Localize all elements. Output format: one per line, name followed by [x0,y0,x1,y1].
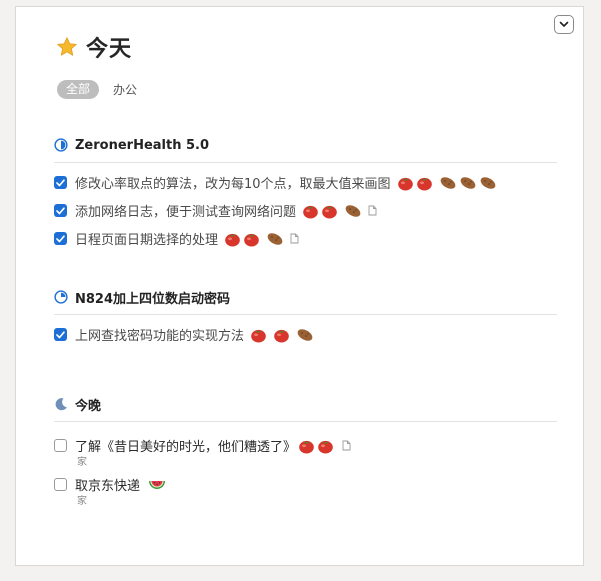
section-header[interactable]: ZeronerHealth 5.0 [54,135,557,155]
checkmark-icon [56,234,65,242]
today-panel: 今天 全部 办公 ZeronerHealth 5.0 修改心率取点的算法，改为每… [15,6,584,566]
checkmark-icon [56,206,65,214]
potato-icon [460,176,475,189]
quarter-circle-progress-icon [54,290,68,304]
section-title: ZeronerHealth 5.0 [75,137,210,153]
pomodoro-marks [397,175,497,191]
potato-icon [480,176,495,189]
task-checkbox[interactable] [54,176,67,189]
task-title: 上网查找密码功能的实现方法 [75,329,245,344]
pomodoro-marks [302,203,362,219]
task-title: 了解《昔日美好的时光，他们糟透了》 [75,440,297,455]
crescent-moon-icon [55,398,67,411]
filter-all-chip[interactable]: 全部 [57,80,100,99]
pomodoro-marks [148,479,166,491]
tomato-icon [274,329,289,342]
note-icon[interactable] [290,233,299,244]
checkmark-icon [56,330,65,338]
tomato-icon [397,177,413,190]
task-row[interactable]: 了解《昔日美好的时光，他们糟透了》 [54,436,351,455]
potato-icon [345,204,361,217]
collapse-button[interactable] [554,15,574,34]
task-checkbox[interactable] [54,328,67,341]
task-checkbox[interactable] [54,439,67,452]
section-header[interactable]: 今晚 [54,394,557,414]
potato-icon [267,232,283,245]
pomodoro-marks [250,327,314,343]
task-tag: 家 [77,457,87,468]
task-title: 修改心率取点的算法，改为每10个点，取最大值来画图 [75,177,391,192]
potato-icon [440,176,455,189]
section-title: N824加上四位数启动密码 [75,291,231,307]
note-icon[interactable] [368,205,377,216]
section-divider [54,162,557,163]
half-circle-progress-icon [54,138,68,152]
tomato-icon [322,205,337,218]
filter-bar: 全部 办公 [57,80,137,99]
tomato-icon [416,177,432,190]
potato-icon [297,328,313,341]
task-row[interactable]: 添加网络日志，便于测试查询网络问题 [54,201,377,220]
tomato-icon [251,329,266,342]
task-title: 日程页面日期选择的处理 [75,233,219,248]
tomato-icon [299,440,314,453]
task-row[interactable]: 取京东快递 [54,475,166,494]
section-title: 今晚 [75,398,102,414]
task-checkbox[interactable] [54,478,67,491]
tomato-icon [303,205,318,218]
note-icon[interactable] [342,440,351,451]
section-tonight: 今晚 了解《昔日美好的时光，他们糟透了》 家 取京东快递 家 [54,394,557,507]
task-checkbox[interactable] [54,204,67,217]
section-divider [54,421,557,422]
section-zeronerhealth: ZeronerHealth 5.0 修改心率取点的算法，改为每10个点，取最大值… [54,135,557,248]
task-row[interactable]: 上网查找密码功能的实现方法 [54,325,314,344]
section-divider [54,314,557,315]
task-row[interactable]: 修改心率取点的算法，改为每10个点，取最大值来画图 [54,173,497,192]
watermelon-icon [149,480,166,489]
chevron-down-icon [559,21,569,27]
pomodoro-marks [298,438,334,454]
tomato-icon [225,233,240,246]
task-checkbox[interactable] [54,232,67,245]
tomato-icon [244,233,259,246]
checkmark-icon [56,178,65,186]
task-title: 添加网络日志，便于测试查询网络问题 [75,205,297,220]
filter-office-link[interactable]: 办公 [113,81,137,98]
page-header: 今天 [56,31,132,63]
section-header[interactable]: N824加上四位数启动密码 [54,287,557,307]
tomato-icon [318,440,333,453]
pomodoro-marks [224,231,284,247]
task-tag: 家 [77,496,87,507]
page-title: 今天 [86,37,133,62]
section-n824: N824加上四位数启动密码 上网查找密码功能的实现方法 [54,287,557,344]
task-row[interactable]: 日程页面日期选择的处理 [54,229,299,248]
star-icon [57,37,77,56]
